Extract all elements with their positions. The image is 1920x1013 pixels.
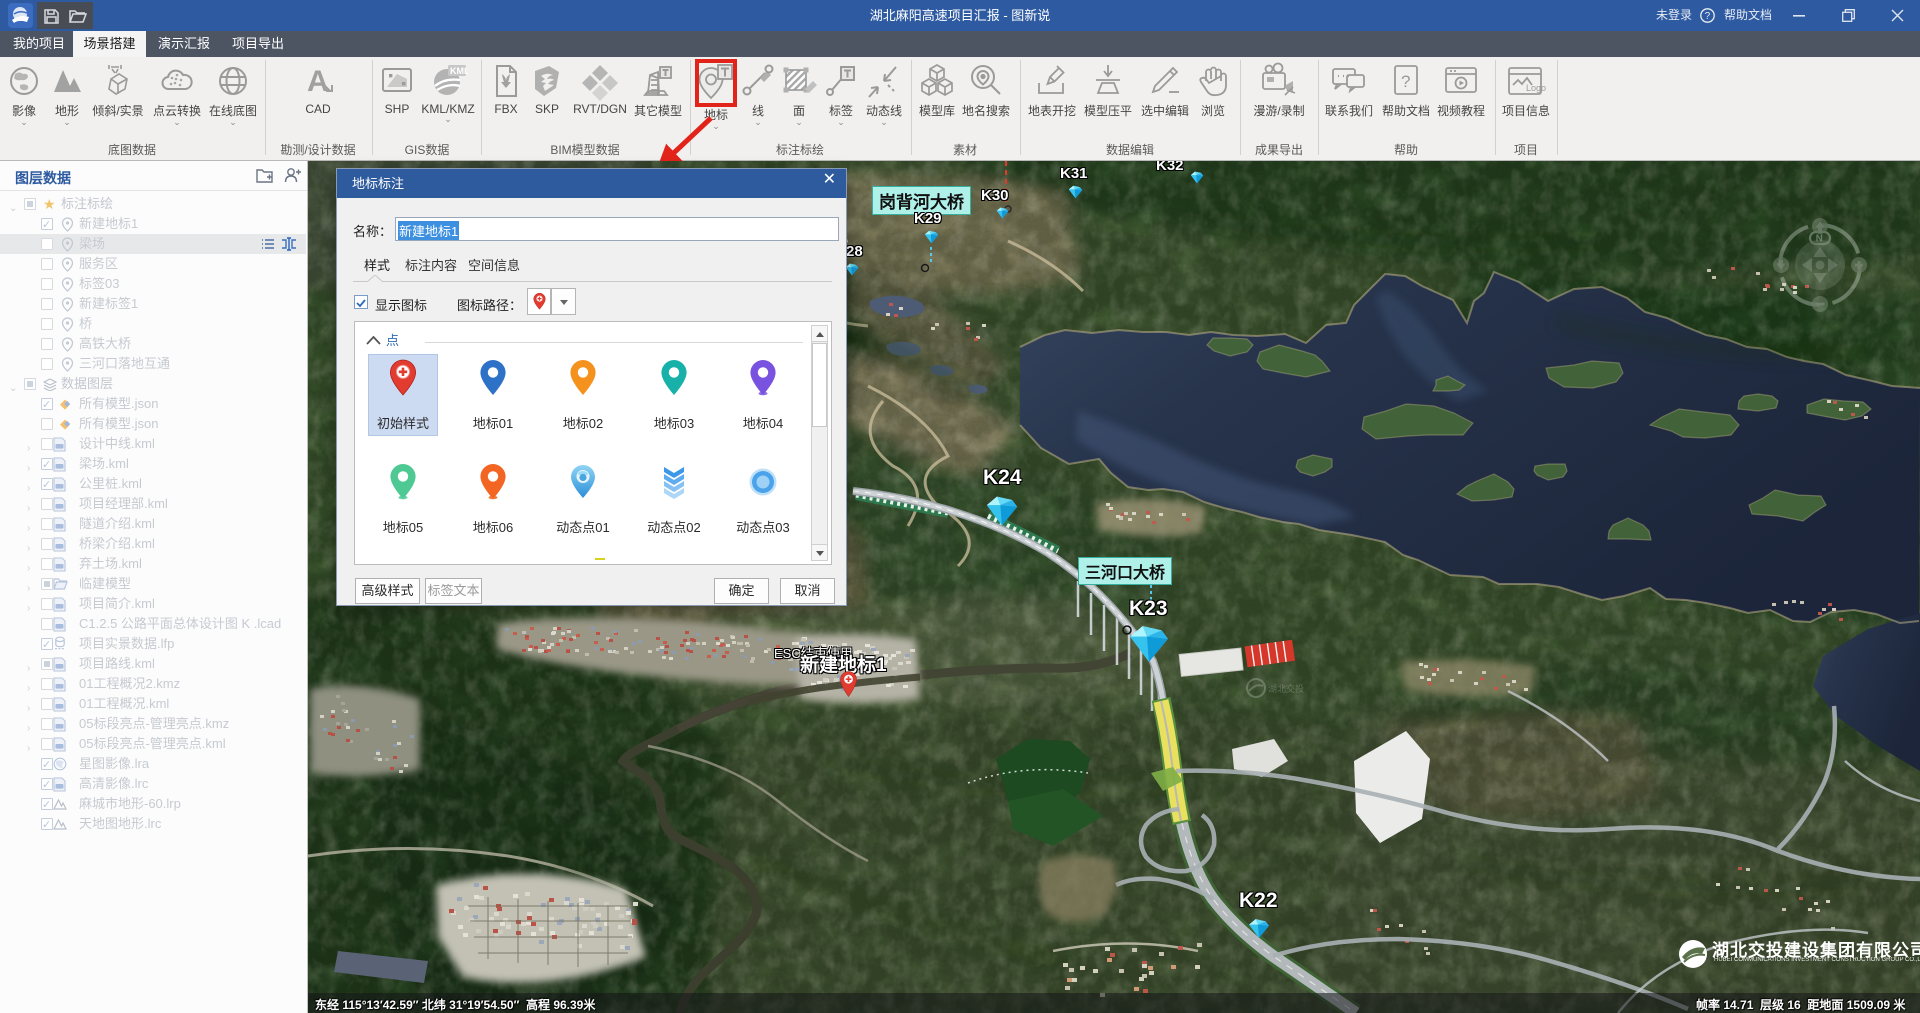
svg-text:Logo: Logo <box>1526 83 1546 93</box>
svg-text:?: ? <box>1705 11 1711 22</box>
svg-text:湖北交投: 湖北交投 <box>1268 683 1304 694</box>
svg-text:A: A <box>307 65 329 98</box>
svg-text:?: ? <box>1401 72 1410 91</box>
svg-text:N: N <box>1816 234 1823 245</box>
